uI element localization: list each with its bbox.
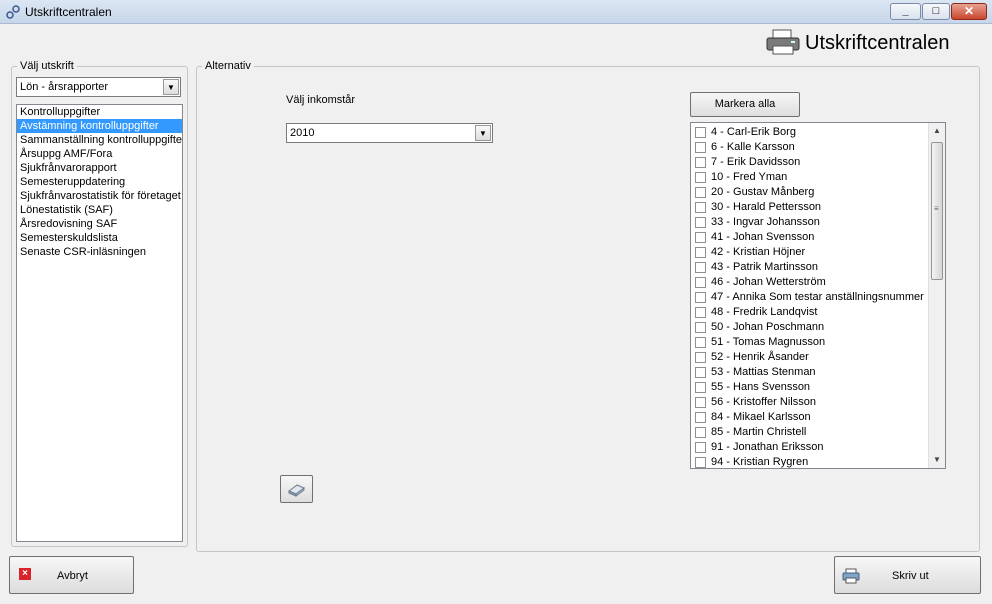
eraser-button[interactable] [280,475,313,503]
employee-checkbox[interactable] [695,247,706,258]
employee-label: 94 - Kristian Rygren [711,456,809,468]
employee-label: 85 - Martin Christell [711,426,807,438]
employee-checkbox[interactable] [695,172,706,183]
close-button[interactable]: ✕ [951,3,987,20]
cancel-icon: × [19,568,31,580]
employee-label: 46 - Johan Wetterström [711,276,826,288]
employee-label: 7 - Erik Davidsson [711,156,801,168]
scroll-down-icon[interactable]: ▼ [929,452,945,468]
employee-list[interactable]: 4 - Carl-Erik Borg 6 - Kalle Karsson 7 - E… [690,122,946,469]
employee-label: 51 - Tomas Magnusson [711,336,826,348]
employee-label: 30 - Harald Pettersson [711,201,822,213]
employee-checkbox[interactable] [695,157,706,168]
employee-checkbox[interactable] [695,217,706,228]
employee-checkbox[interactable] [695,307,706,318]
employee-label: 4 - Carl-Erik Borg [711,126,796,138]
window-title: Utskriftcentralen [25,5,112,19]
employee-label: 42 - Kristian Höjner [711,246,806,258]
print-label: Skriv ut [892,570,929,582]
employee-checkbox[interactable] [695,262,706,273]
employee-checkbox[interactable] [695,412,706,423]
employee-checkbox[interactable] [695,442,706,453]
employee-label: 52 - Henrik Åsander [711,351,809,363]
chevron-down-icon[interactable]: ▼ [475,125,491,141]
report-list-item[interactable]: Årsredovisning SAF [17,217,182,231]
income-year-dropdown[interactable]: 2010 ▼ [286,123,493,143]
employee-checkbox[interactable] [695,232,706,243]
print-button[interactable]: Skriv ut [834,556,981,594]
report-list-item[interactable]: Sjukfrånvarorapport [17,161,182,175]
printer-icon [766,29,800,55]
employee-checkbox[interactable] [695,352,706,363]
close-icon: ✕ [963,4,975,18]
employee-checkbox[interactable] [695,292,706,303]
employee-label: 43 - Patrik Martinsson [711,261,818,273]
employee-label: 84 - Mikael Karlsson [711,411,811,423]
report-type-value: Lön - årsrapporter [20,81,109,93]
report-list-item[interactable]: Semesterskuldslista [17,231,182,245]
employee-label: 20 - Gustav Månberg [711,186,815,198]
options-legend: Alternativ [205,60,251,72]
employee-checkbox[interactable] [695,457,706,468]
employee-checkbox[interactable] [695,382,706,393]
select-all-button[interactable]: Markera alla [690,92,800,117]
employee-checkbox[interactable] [695,277,706,288]
employee-label: 53 - Mattias Stenman [711,366,816,378]
app-icon [6,5,20,19]
chevron-down-icon[interactable]: ▼ [163,79,179,95]
eraser-icon [288,484,305,497]
report-type-dropdown[interactable]: Lön - årsrapporter ▼ [16,77,181,97]
employee-checkbox[interactable] [695,322,706,333]
report-list-item[interactable]: Lönestatistik (SAF) [17,203,182,217]
scroll-thumb[interactable]: ≡ [931,142,943,280]
report-selection-legend: Välj utskrift [20,60,74,72]
employee-label: 33 - Ingvar Johansson [711,216,820,228]
employee-checkbox[interactable] [695,127,706,138]
maximize-button[interactable]: □ [922,3,950,20]
report-list-item[interactable]: Kontrolluppgifter [17,105,182,119]
employee-label: 10 - Fred Yman [711,171,788,183]
maximize-icon: □ [932,5,940,17]
scroll-up-icon[interactable]: ▲ [929,123,945,139]
income-year-label: Välj inkomstår [286,94,356,106]
employee-checkbox[interactable] [695,397,706,408]
cancel-button[interactable]: × Avbryt [9,556,134,594]
employee-checkbox[interactable] [695,337,706,348]
report-list[interactable]: Kontrolluppgifter Avstämning kontrolluppg… [16,104,183,542]
employee-label: 55 - Hans Svensson [711,381,811,393]
report-list-item[interactable]: Sammanställning kontrolluppgifter [17,133,182,147]
minimize-icon: _ [902,5,909,17]
report-list-item[interactable]: Sjukfrånvarostatistik för företaget [17,189,182,203]
employee-checkbox[interactable] [695,367,706,378]
employee-label: 41 - Johan Svensson [711,231,815,243]
employee-list-scrollbar[interactable]: ▲ ≡ ▼ [928,123,945,468]
printer-icon [842,568,860,584]
report-list-item[interactable]: Avstämning kontrolluppgifter [17,119,182,133]
employee-checkbox[interactable] [695,187,706,198]
employee-label: 48 - Fredrik Landqvist [711,306,818,318]
select-all-label: Markera alla [714,98,776,110]
employee-label: 6 - Kalle Karsson [711,141,795,153]
minimize-button[interactable]: _ [890,3,921,20]
employee-checkbox[interactable] [695,142,706,153]
cancel-label: Avbryt [57,570,88,582]
employee-checkbox[interactable] [695,427,706,438]
report-list-item[interactable]: Semesteruppdatering [17,175,182,189]
title-bar: Utskriftcentralen _ □ ✕ [0,0,992,24]
report-list-item[interactable]: Årsuppg AMF/Fora [17,147,182,161]
employee-label: 56 - Kristoffer Nilsson [711,396,816,408]
employee-label: 91 - Jonathan Eriksson [711,441,824,453]
employee-label: 50 - Johan Poschmann [711,321,825,333]
income-year-value: 2010 [290,127,315,139]
grip-icon: ≡ [934,204,939,213]
employee-checkbox[interactable] [695,202,706,213]
report-list-item[interactable]: Senaste CSR-inläsningen [17,245,182,259]
employee-label: 47 - Annika Som testar anställningsnumme… [711,291,924,303]
page-title: Utskriftcentralen [805,32,950,54]
